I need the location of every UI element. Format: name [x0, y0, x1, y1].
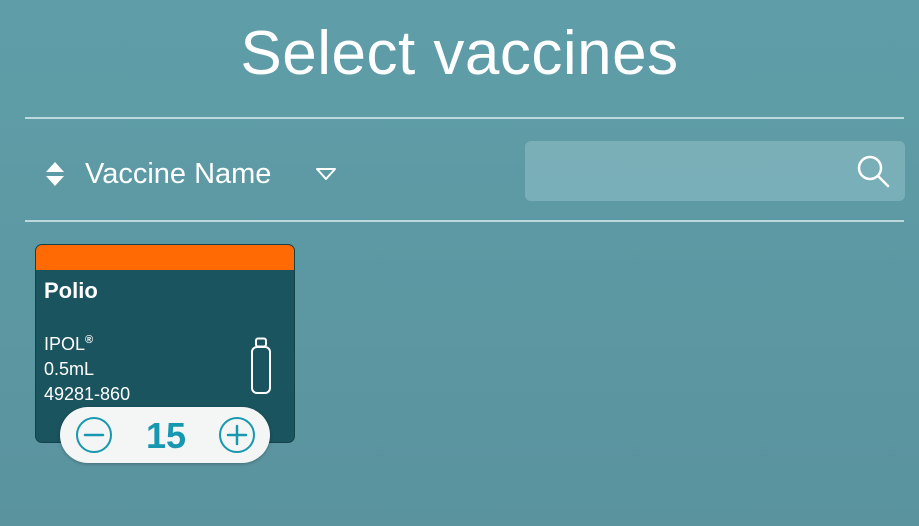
vaccine-brand: IPOL® — [44, 334, 93, 355]
quantity-stepper: 15 — [60, 407, 270, 463]
vaccine-brand-name: IPOL — [44, 334, 86, 354]
sort-field-label[interactable]: Vaccine Name — [85, 158, 271, 191]
vaccine-ndc: 49281-860 — [44, 384, 131, 404]
search-icon[interactable] — [856, 154, 890, 188]
quantity-value[interactable]: 15 — [120, 415, 212, 457]
page-title: Select vaccines — [240, 19, 679, 88]
toolbar-divider — [25, 220, 904, 222]
card-color-stripe — [36, 245, 294, 270]
vaccine-dose: 0.5mL — [44, 359, 95, 379]
chevron-down-icon[interactable] — [315, 167, 337, 181]
increment-button[interactable] — [218, 416, 256, 454]
vial-icon — [251, 337, 271, 394]
header-divider — [25, 117, 904, 119]
search-box[interactable] — [525, 141, 905, 201]
vaccine-name: Polio — [44, 278, 98, 303]
registered-mark: ® — [85, 334, 94, 346]
sort-control[interactable]: Vaccine Name — [44, 152, 337, 196]
sort-arrows-icon[interactable] — [44, 161, 66, 187]
search-input[interactable] — [525, 141, 850, 201]
decrement-button[interactable] — [75, 416, 113, 454]
